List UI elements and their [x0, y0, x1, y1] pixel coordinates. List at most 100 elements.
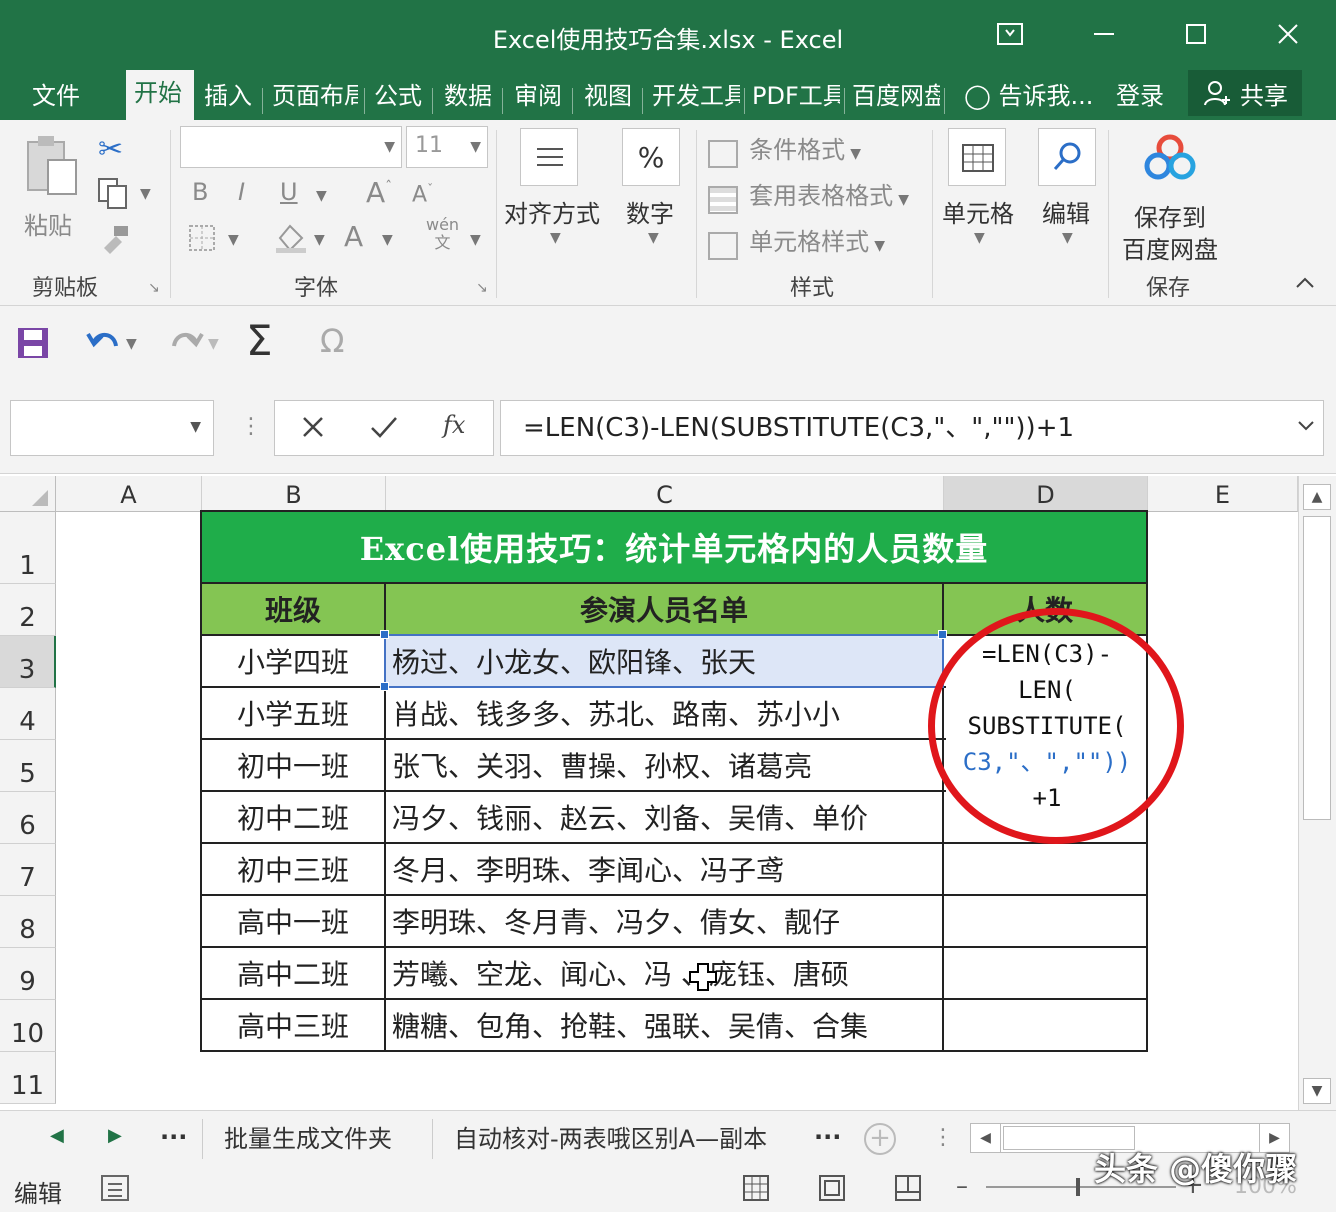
scroll-up-icon[interactable]: ▲ — [1303, 484, 1331, 510]
row-header-11[interactable]: 11 — [0, 1052, 56, 1104]
tab-formulas[interactable]: 公式 — [368, 76, 428, 116]
header-members[interactable]: 参演人员名单 — [386, 584, 944, 636]
sheet-tab[interactable]: 自动核对-两表哦区别A—副本 — [454, 1119, 767, 1154]
zoom-out-icon[interactable]: – — [956, 1172, 968, 1200]
formula-input[interactable]: =LEN(C3)-LEN(SUBSTITUTE(C3,"、",""))+1 — [500, 400, 1324, 456]
class-cell[interactable]: 高中二班 — [202, 948, 386, 1000]
bold-button[interactable]: B — [192, 178, 208, 206]
editing-button[interactable]: 编辑 ▼ — [1034, 126, 1100, 256]
class-cell[interactable]: 初中一班 — [202, 740, 386, 792]
column-header-a[interactable]: A — [56, 476, 202, 512]
macro-record-icon[interactable] — [100, 1174, 130, 1206]
login-link[interactable]: 登录 — [1110, 76, 1170, 116]
count-cell[interactable] — [944, 896, 1148, 948]
sheet-tab[interactable]: 批量生成文件夹 — [224, 1119, 392, 1154]
row-header-4[interactable]: 4 — [0, 688, 56, 740]
save-to-baidu-button[interactable]: 保存到 百度网盘 — [1118, 130, 1228, 264]
members-cell[interactable]: 冯夕、钱丽、赵云、刘备、吴倩、单价 — [386, 792, 944, 844]
normal-view-icon[interactable] — [742, 1174, 770, 1206]
prev-sheet-icon[interactable]: ◀ — [50, 1125, 64, 1146]
formula-bar-handle-icon[interactable]: ⋮ — [240, 414, 262, 439]
autosum-icon[interactable]: Σ — [246, 316, 273, 365]
tab-insert[interactable]: 插入 — [198, 76, 258, 116]
scroll-down-icon[interactable]: ▼ — [1303, 1078, 1331, 1104]
decrease-font-icon[interactable]: Aˇ — [412, 182, 433, 207]
format-painter-icon[interactable] — [100, 224, 130, 258]
row-header-7[interactable]: 7 — [0, 844, 56, 896]
share-button[interactable]: 共享 — [1188, 70, 1302, 116]
cancel-icon[interactable] — [299, 413, 327, 445]
row-header-6[interactable]: 6 — [0, 792, 56, 844]
minimize-button[interactable] — [1074, 14, 1134, 54]
tab-home[interactable]: 开始 — [126, 70, 194, 120]
next-sheet-icon[interactable]: ▶ — [108, 1125, 122, 1146]
column-header-d[interactable]: D — [944, 476, 1148, 512]
class-cell[interactable]: 高中一班 — [202, 896, 386, 948]
class-cell[interactable]: 小学四班 — [202, 636, 386, 688]
cell-styles-button[interactable]: 单元格样式 ▼ — [708, 222, 885, 260]
name-box[interactable]: ▼ — [10, 400, 214, 456]
sheet-title-cell[interactable]: Excel使用技巧：统计单元格内的人员数量 — [202, 512, 1148, 584]
page-break-view-icon[interactable] — [894, 1174, 922, 1206]
paste-button[interactable]: 粘贴 — [20, 130, 82, 250]
class-cell[interactable]: 小学五班 — [202, 688, 386, 740]
row-header-5[interactable]: 5 — [0, 740, 56, 792]
symbol-icon[interactable]: Ω — [320, 322, 344, 360]
font-color-icon[interactable]: A — [344, 220, 363, 253]
column-header-c[interactable]: C — [386, 476, 944, 512]
clipboard-launcher-icon[interactable]: ↘ — [148, 280, 160, 296]
count-cell[interactable] — [944, 948, 1148, 1000]
class-cell[interactable]: 初中三班 — [202, 844, 386, 896]
selection-handle[interactable] — [380, 630, 389, 639]
count-cell[interactable] — [944, 844, 1148, 896]
row-header-9[interactable]: 9 — [0, 948, 56, 1000]
fill-color-icon[interactable] — [274, 220, 308, 258]
members-cell[interactable]: 杨过、小龙女、欧阳锋、张天 — [386, 636, 944, 688]
increase-font-icon[interactable]: Aˆ — [366, 176, 392, 209]
insert-function-icon[interactable]: fx — [443, 411, 465, 439]
save-icon[interactable] — [16, 326, 50, 364]
scroll-thumb[interactable] — [1303, 516, 1331, 820]
redo-icon[interactable] — [166, 324, 206, 366]
members-cell[interactable]: 糖糖、包角、抢鞋、强联、吴倩、合集 — [386, 1000, 944, 1052]
tab-pdf-tools[interactable]: PDF工具 — [746, 76, 840, 116]
row-header-2[interactable]: 2 — [0, 584, 56, 636]
count-cell[interactable] — [944, 1000, 1148, 1052]
format-as-table-button[interactable]: 套用表格格式 ▼ — [708, 176, 909, 214]
tab-baidu-pan[interactable]: 百度网盘 — [846, 76, 940, 116]
sheet-overflow-left[interactable]: ... — [160, 1117, 187, 1145]
font-size-select[interactable]: 11 ▼ — [406, 126, 488, 168]
members-cell[interactable]: 张飞、关羽、曹操、孙权、诸葛亮 — [386, 740, 944, 792]
enter-check-icon[interactable] — [369, 413, 399, 445]
number-format-button[interactable]: % 数字 ▼ — [618, 126, 690, 256]
tab-split-handle-icon[interactable]: ⋮ — [932, 1125, 954, 1150]
members-cell[interactable]: 芳曦、空龙、闻心、冯 、庞钰、唐硕 — [386, 948, 944, 1000]
expand-formula-icon[interactable] — [1296, 418, 1316, 437]
sheet-overflow-right[interactable]: ... — [814, 1117, 841, 1145]
font-launcher-icon[interactable]: ↘ — [476, 280, 488, 296]
tab-developer[interactable]: 开发工具 — [646, 76, 740, 116]
tab-review[interactable]: 审阅 — [508, 76, 568, 116]
page-layout-view-icon[interactable] — [818, 1174, 846, 1206]
borders-icon[interactable] — [188, 224, 216, 256]
cut-icon[interactable]: ✂ — [98, 132, 123, 167]
tab-view[interactable]: 视图 — [578, 76, 638, 116]
zoom-slider-thumb[interactable] — [1076, 1178, 1080, 1196]
column-header-b[interactable]: B — [202, 476, 386, 512]
row-header-10[interactable]: 10 — [0, 1000, 56, 1052]
select-all-corner[interactable] — [0, 476, 56, 512]
undo-icon[interactable] — [84, 324, 124, 366]
members-cell[interactable]: 冬月、李明珠、李闻心、冯子鸢 — [386, 844, 944, 896]
tell-me-search[interactable]: ◯ 告诉我... — [958, 76, 1099, 116]
tab-data[interactable]: 数据 — [438, 76, 498, 116]
row-header-3[interactable]: 3 — [0, 636, 56, 688]
cells-button[interactable]: 单元格 ▼ — [940, 126, 1016, 256]
cell-formula-editor[interactable]: =LEN(C3)- LEN( SUBSTITUTE( C3,"、","")) +… — [946, 636, 1148, 822]
italic-button[interactable]: I — [238, 178, 245, 206]
collapse-ribbon-icon[interactable] — [1294, 272, 1316, 298]
conditional-format-button[interactable]: 条件格式 ▼ — [708, 130, 861, 168]
scroll-left-icon[interactable]: ◀ — [971, 1124, 1001, 1152]
class-cell[interactable]: 高中三班 — [202, 1000, 386, 1052]
underline-button[interactable]: U — [280, 178, 298, 206]
ribbon-display-icon[interactable] — [980, 14, 1040, 54]
